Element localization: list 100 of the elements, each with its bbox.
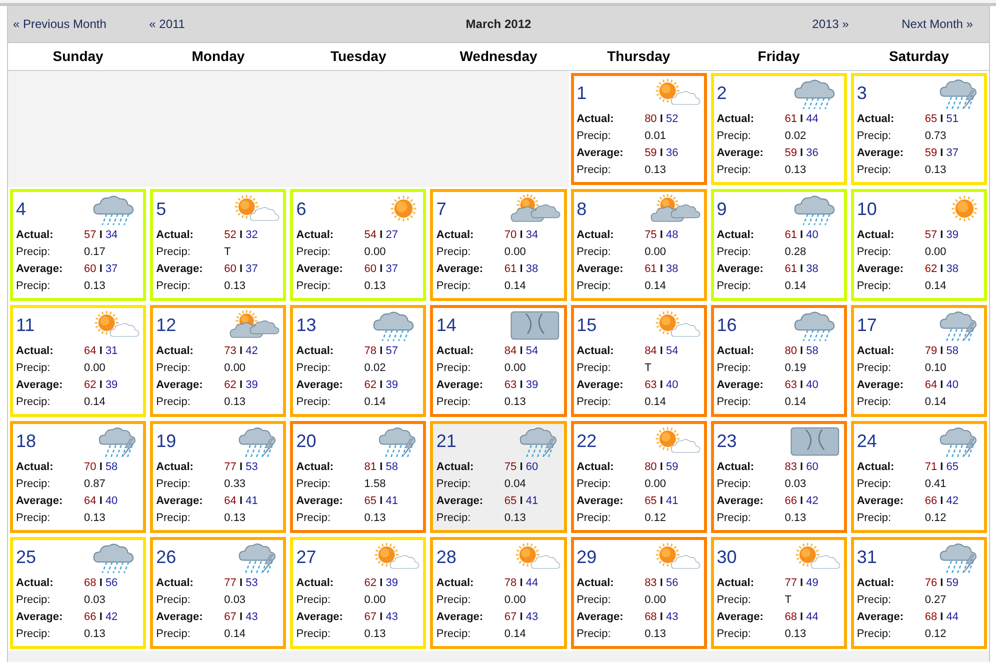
day-cell[interactable]: 26 Actual: 77 I 53 Precip: 0.03 Average: 67 I 43 Precip: 0.14 bbox=[150, 537, 286, 649]
day-cell[interactable]: 24 Actual: 71 I 65 Precip: 0.41 Average: 66 I 42 Precip: 0.12 bbox=[850, 421, 987, 533]
day-cell[interactable]: 12 Actual: 73 I 42 Precip: 0.00 Average: 62 I 39 Precip: 0.13 bbox=[150, 305, 286, 417]
day-cell[interactable]: 4 Actual: 57 I 34 Precip: 0.17 Average: 60 I 37 Precip: 0.13 bbox=[10, 189, 146, 301]
precip-value: 0.00 bbox=[924, 245, 946, 260]
day-cell[interactable]: 7 Actual: 70 I 34 Precip: 0.00 Average: 61 I 38 Precip: 0.14 bbox=[430, 189, 567, 301]
precip-value: 0.02 bbox=[784, 129, 806, 144]
day-cell[interactable]: 15 Actual: 84 I 54 Precip: T Average: 63 I 40 Precip: 0.14 bbox=[570, 305, 707, 417]
temperature-range: 70 I 34 bbox=[504, 228, 538, 244]
day-cell[interactable]: 25 Actual: 68 I 56 Precip: 0.03 Average: 66 I 42 Precip: 0.13 bbox=[10, 537, 146, 649]
precip-value: 0.14 bbox=[224, 627, 246, 642]
day-number: 10 bbox=[856, 198, 877, 218]
day-cell[interactable]: 16 Actual: 80 I 58 Precip: 0.19 Average: 63 I 40 Precip: 0.14 bbox=[710, 305, 847, 417]
precip-value: 0.14 bbox=[504, 279, 526, 294]
day-cell[interactable]: 31 Actual: 76 I 59 Precip: 0.27 Average: 68 I 44 Precip: 0.12 bbox=[850, 537, 987, 649]
precip-value: 0.12 bbox=[924, 627, 946, 642]
day-cell[interactable]: 14 Actual: 84 I 54 Precip: 0.00 Average: 63 I 39 Precip: 0.13 bbox=[430, 305, 567, 417]
row-label: Average: bbox=[436, 610, 484, 626]
day-cell[interactable]: 6 Actual: 54 I 27 Precip: 0.00 Average: 60 I 37 Precip: 0.13 bbox=[290, 189, 426, 301]
day-cell[interactable]: 19 Actual: 77 I 53 Precip: 0.33 Average: 64 I 41 Precip: 0.13 bbox=[150, 421, 286, 533]
row-label: Average: bbox=[576, 610, 624, 626]
day-cell[interactable]: 23 Actual: 83 I 60 Precip: 0.03 Average: 66 I 42 Precip: 0.13 bbox=[710, 421, 847, 533]
precip-value: 0.00 bbox=[364, 593, 386, 608]
row-label: Precip: bbox=[856, 129, 892, 144]
temperature-range: 66 I 42 bbox=[84, 610, 118, 626]
temperature-range: 76 I 59 bbox=[924, 576, 959, 592]
day-cell[interactable]: 18 Actual: 70 I 58 Precip: 0.87 Average: 64 I 40 Precip: 0.13 bbox=[10, 421, 146, 533]
row-label: Actual: bbox=[856, 576, 896, 592]
precip-value: 0.14 bbox=[644, 279, 666, 294]
precip-value: 0.03 bbox=[784, 477, 806, 492]
day-cell[interactable]: 8 Actual: 75 I 48 Precip: 0.00 Average: 61 I 38 Precip: 0.14 bbox=[570, 189, 707, 301]
temperature-range: 79 I 58 bbox=[924, 344, 959, 360]
precip-value: 0.14 bbox=[644, 395, 666, 410]
row-label: Actual: bbox=[16, 460, 54, 476]
day-cell[interactable]: 2 Actual: 61 I 44 Precip: 0.02 Average: 59 I 36 Precip: 0.13 bbox=[710, 73, 847, 185]
temperature-range: 61 I 38 bbox=[644, 262, 678, 278]
day-number: 1 bbox=[576, 82, 587, 102]
row-label: Precip: bbox=[436, 477, 472, 492]
precip-value: 0.13 bbox=[364, 627, 386, 642]
temperature-range: 68 I 56 bbox=[84, 576, 118, 592]
temperature-range: 66 I 42 bbox=[924, 494, 959, 510]
row-label: Actual: bbox=[856, 460, 896, 476]
day-cell[interactable]: 9 Actual: 61 I 40 Precip: 0.28 Average: 61 I 38 Precip: 0.14 bbox=[710, 189, 847, 301]
row-label: Precip: bbox=[716, 511, 752, 526]
temperature-range: 62 I 38 bbox=[924, 262, 959, 278]
precip-value: 0.14 bbox=[924, 395, 946, 410]
day-cell[interactable]: 17 Actual: 79 I 58 Precip: 0.10 Average: 64 I 40 Precip: 0.14 bbox=[850, 305, 987, 417]
row-label: Precip: bbox=[296, 245, 332, 260]
day-number: 2 bbox=[716, 82, 727, 102]
temperature-range: 66 I 42 bbox=[784, 494, 818, 510]
row-label: Precip: bbox=[156, 627, 192, 642]
row-label: Average: bbox=[296, 610, 344, 626]
day-cell[interactable]: 30 Actual: 77 I 49 Precip: T Average: 68 I 44 Precip: 0.13 bbox=[710, 537, 847, 649]
day-cell[interactable]: 1 Actual: 80 I 52 Precip: 0.01 Average: 59 I 36 Precip: 0.13 bbox=[570, 73, 707, 185]
previous-year-link[interactable]: « 2011 bbox=[148, 15, 288, 33]
day-cell[interactable]: 5 Actual: 52 I 32 Precip: T Average: 60 I 37 Precip: 0.13 bbox=[150, 189, 286, 301]
day-number: 7 bbox=[436, 198, 446, 218]
row-label: Precip: bbox=[296, 395, 332, 410]
temperature-range: 80 I 52 bbox=[644, 112, 678, 128]
temperature-range: 65 I 51 bbox=[924, 112, 959, 128]
weekday-header: Friday bbox=[756, 47, 801, 66]
weekday-header: Saturday bbox=[888, 47, 950, 66]
precip-value: 0.28 bbox=[784, 245, 806, 260]
day-cell[interactable]: 3 Actual: 65 I 51 Precip: 0.73 Average: 59 I 37 Precip: 0.13 bbox=[850, 73, 987, 185]
day-cell[interactable]: 21 Actual: 75 I 60 Precip: 0.04 Average: 65 I 41 Precip: 0.13 bbox=[430, 421, 567, 533]
row-label: Average: bbox=[436, 494, 484, 510]
row-label: Precip: bbox=[16, 395, 52, 410]
temperature-range: 64 I 40 bbox=[84, 494, 118, 510]
temperature-range: 64 I 41 bbox=[224, 494, 258, 510]
temperature-range: 67 I 43 bbox=[364, 610, 398, 626]
precip-value: 0.27 bbox=[924, 593, 946, 608]
day-cell[interactable]: 28 Actual: 78 I 44 Precip: 0.00 Average: 67 I 43 Precip: 0.14 bbox=[430, 537, 567, 649]
day-number: 22 bbox=[576, 430, 597, 450]
row-label: Precip: bbox=[436, 245, 472, 260]
row-label: Actual: bbox=[16, 344, 54, 360]
precip-value: 0.00 bbox=[644, 245, 666, 260]
day-cell[interactable]: 27 Actual: 62 I 39 Precip: 0.00 Average: 67 I 43 Precip: 0.13 bbox=[290, 537, 426, 649]
next-year-link[interactable]: 2013 » bbox=[708, 15, 849, 33]
day-cell[interactable]: 20 Actual: 81 I 58 Precip: 1.58 Average: 65 I 41 Precip: 0.13 bbox=[290, 421, 426, 533]
precip-value: 0.02 bbox=[364, 361, 386, 376]
previous-month-link[interactable]: « Previous Month bbox=[8, 15, 148, 33]
temperature-range: 62 I 39 bbox=[84, 378, 118, 394]
day-cell[interactable]: 22 Actual: 80 I 59 Precip: 0.00 Average: 65 I 41 Precip: 0.12 bbox=[570, 421, 707, 533]
precip-value: 0.14 bbox=[924, 279, 946, 294]
row-label: Precip: bbox=[16, 477, 52, 492]
row-label: Actual: bbox=[576, 228, 615, 244]
row-label: Average: bbox=[856, 494, 905, 510]
day-cell[interactable]: 11 Actual: 64 I 31 Precip: 0.00 Average: 62 I 39 Precip: 0.14 bbox=[10, 305, 146, 417]
row-label: Precip: bbox=[576, 129, 612, 144]
temperature-range: 68 I 44 bbox=[924, 610, 959, 626]
temperature-range: 61 I 38 bbox=[504, 262, 538, 278]
day-cell[interactable]: 10 Actual: 57 I 39 Precip: 0.00 Average: 62 I 38 Precip: 0.14 bbox=[850, 189, 987, 301]
temperature-range: 59 I 36 bbox=[644, 146, 678, 162]
day-cell[interactable]: 13 Actual: 78 I 57 Precip: 0.02 Average: 62 I 39 Precip: 0.14 bbox=[290, 305, 426, 417]
next-month-link[interactable]: Next Month » bbox=[848, 15, 989, 33]
row-label: Precip: bbox=[716, 361, 752, 376]
precip-value: 1.58 bbox=[364, 477, 386, 492]
day-cell[interactable]: 29 Actual: 83 I 56 Precip: 0.00 Average: 68 I 43 Precip: 0.13 bbox=[570, 537, 707, 649]
row-label: Precip: bbox=[576, 593, 612, 608]
row-label: Precip: bbox=[296, 627, 332, 642]
